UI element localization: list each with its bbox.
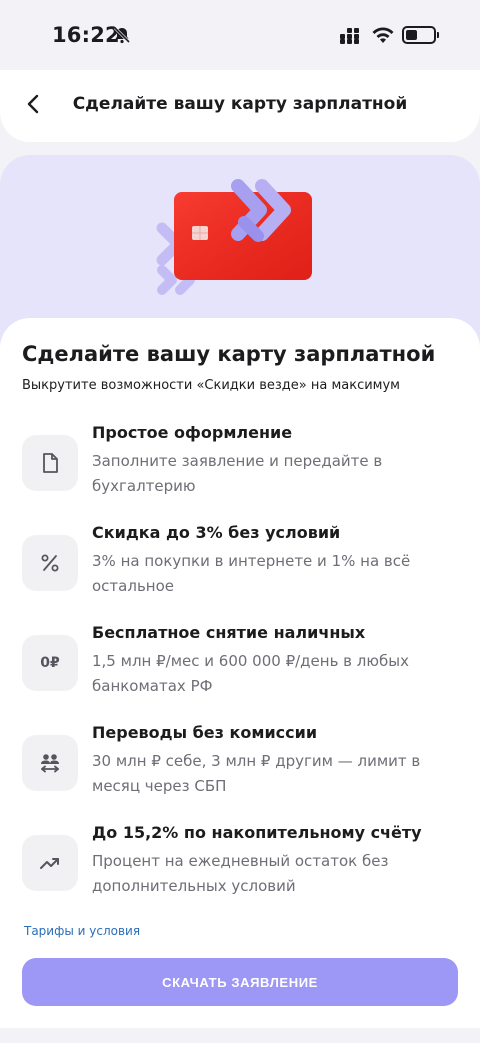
- feature-title: Бесплатное снятие наличных: [92, 623, 366, 642]
- feature-description: Процент на ежедневный остаток без дополн…: [92, 852, 389, 895]
- document-icon: [22, 435, 78, 491]
- battery-level: [406, 30, 417, 40]
- battery-tip: [437, 32, 439, 38]
- status-time: 16:22: [52, 23, 120, 47]
- bottom-strip: [0, 1028, 480, 1043]
- percent-icon: [22, 535, 78, 591]
- download-application-button[interactable]: СКАЧАТЬ ЗАЯВЛЕНИЕ: [22, 958, 458, 1006]
- feature-title: До 15,2% по накопительному счёту: [92, 823, 422, 842]
- card-illustration: [156, 179, 312, 295]
- signal-icon: [340, 28, 364, 44]
- feature-title: Скидка до 3% без условий: [92, 523, 341, 542]
- zero-ruble-label: 0₽: [40, 655, 60, 671]
- feature-description: 1,5 млн ₽/мес и 600 000 ₽/день в любых б…: [92, 652, 409, 695]
- feature-title: Переводы без комиссии: [92, 723, 318, 742]
- bell-off-icon: [113, 26, 131, 44]
- main-card: Сделайте вашу карту зарплатной Выкрутите…: [0, 318, 480, 1028]
- zero-ruble-icon: 0₽: [22, 635, 78, 691]
- status-bar: 16:22: [0, 0, 480, 70]
- main-title: Сделайте вашу карту зарплатной: [22, 342, 436, 366]
- page-header: Сделайте вашу карту зарплатной: [0, 70, 480, 142]
- main-subtitle: Выкрутите возможности «Скидки везде» на …: [22, 378, 400, 393]
- battery-icon: [402, 26, 436, 44]
- terms-link[interactable]: Тарифы и условия: [24, 924, 140, 938]
- feature-description: 30 млн ₽ себе, 3 млн ₽ другим — лимит в …: [92, 752, 421, 795]
- feature-description: 3% на покупки в интернете и 1% на всё ос…: [92, 552, 411, 595]
- feature-description: Заполните заявление и передайте в бухгал…: [92, 452, 383, 495]
- trend-up-icon: [22, 835, 78, 891]
- wifi-icon: [372, 27, 394, 43]
- transfer-icon: [22, 735, 78, 791]
- header-title: Сделайте вашу карту зарплатной: [72, 94, 408, 114]
- feature-title: Простое оформление: [92, 423, 293, 442]
